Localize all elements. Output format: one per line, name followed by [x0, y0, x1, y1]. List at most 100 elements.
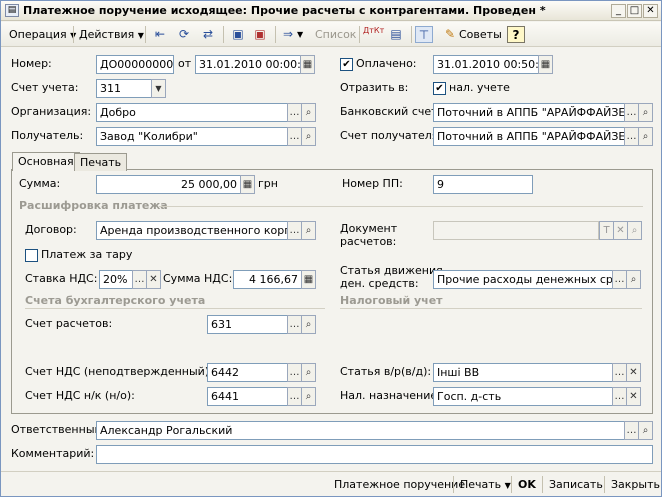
recipient-field[interactable]: Завод "Колибри"	[96, 127, 288, 146]
select-button[interactable]: …	[287, 387, 302, 406]
structure-icon[interactable]: ⊤	[415, 26, 433, 43]
search-icon[interactable]: ⌕	[301, 315, 316, 334]
paid-checkbox[interactable]: ✔	[340, 58, 353, 71]
list-button[interactable]: Список	[315, 26, 356, 43]
clear-icon[interactable]: ✕	[626, 363, 641, 382]
payment-number-field[interactable]: 9	[433, 175, 533, 194]
save-button[interactable]: Записать	[549, 476, 603, 493]
operation-menu[interactable]: Операция ▼	[9, 26, 76, 43]
search-icon[interactable]: ⌕	[626, 270, 641, 289]
search-icon[interactable]: ⌕	[627, 221, 642, 240]
print-form-button[interactable]: Платежное поручение	[334, 476, 465, 493]
paid-date-field[interactable]: 31.01.2010 00:50:48	[433, 55, 539, 74]
search-icon[interactable]: ⌕	[301, 103, 316, 122]
refresh-icon[interactable]: ⟳	[175, 26, 193, 43]
tax-purpose-field[interactable]: Госп. д-сть	[433, 387, 613, 406]
toolbar-separator	[511, 476, 512, 493]
vat-nk-field[interactable]: 6441	[207, 387, 288, 406]
select-button[interactable]: …	[287, 103, 302, 122]
tax-accounting-checkbox[interactable]: ✔	[433, 82, 446, 95]
section-divider	[340, 308, 642, 309]
print-menu[interactable]: Печать ▼	[460, 476, 511, 493]
select-button[interactable]: …	[287, 221, 302, 240]
search-icon[interactable]: ⌕	[301, 387, 316, 406]
date-field[interactable]: 31.01.2010 00:00:00	[195, 55, 301, 74]
bank-account-label: Банковский счет:	[340, 105, 442, 118]
post-icon[interactable]: ▣	[229, 26, 247, 43]
select-button[interactable]: …	[624, 103, 639, 122]
based-on-icon[interactable]: ⇒	[279, 26, 297, 43]
toolbar-separator	[223, 26, 224, 43]
paid-label: Оплачено:	[356, 57, 417, 70]
section-accounting-accounts: Счета бухгалтерского учета	[25, 294, 206, 307]
account-field[interactable]: 311	[96, 79, 152, 98]
organization-field[interactable]: Добро	[96, 103, 288, 122]
help-button[interactable]: ?	[507, 26, 525, 43]
select-button[interactable]: …	[612, 387, 627, 406]
vat-unconfirmed-field[interactable]: 6442	[207, 363, 288, 382]
vat-sum-field[interactable]: 4 166,67	[233, 270, 302, 289]
bottom-bar: Платежное поручение Печать ▼ OK Записать…	[1, 471, 661, 496]
type-icon[interactable]: T	[599, 221, 614, 240]
calculator-icon[interactable]: ▦	[240, 175, 255, 194]
dtkt-icon[interactable]: ДтКт	[363, 26, 384, 43]
search-icon[interactable]: ⌕	[638, 103, 653, 122]
container-payment-checkbox[interactable]	[25, 249, 38, 262]
settlement-document-field[interactable]	[433, 221, 599, 240]
maximize-button[interactable]: □	[627, 4, 642, 18]
bank-account-field[interactable]: Поточний в АППБ "АРАЙФФАЙЗЕН Б	[433, 103, 625, 122]
document-icon[interactable]: ▤	[387, 26, 405, 43]
repost-icon[interactable]: ⇄	[199, 26, 217, 43]
contract-field[interactable]: Аренда производственного корпуса	[96, 221, 288, 240]
toolbar-separator	[542, 476, 543, 493]
search-icon[interactable]: ⌕	[638, 421, 653, 440]
ok-button[interactable]: OK	[518, 476, 536, 493]
expense-item-label: Статья в/р(в/д):	[340, 365, 432, 378]
select-button[interactable]: …	[287, 127, 302, 146]
search-icon[interactable]: ⌕	[301, 363, 316, 382]
calendar-icon[interactable]: ▦	[300, 55, 315, 74]
tips-button[interactable]: Советы	[459, 26, 502, 43]
toolbar-separator	[359, 26, 360, 43]
select-button[interactable]: …	[612, 363, 627, 382]
comment-field[interactable]	[96, 445, 653, 464]
close-button[interactable]: ✕	[643, 4, 658, 18]
select-button[interactable]: …	[287, 363, 302, 382]
select-button[interactable]: …	[287, 315, 302, 334]
tab-print[interactable]: Печать	[74, 153, 128, 171]
document-window: ▤ Платежное поручение исходящее: Прочие …	[0, 0, 662, 497]
tab-main[interactable]: Основная	[12, 152, 80, 171]
close-window-button[interactable]: Закрыть	[611, 476, 660, 493]
cash-flow-field[interactable]: Прочие расходы денежных средст	[433, 270, 613, 289]
responsible-field[interactable]: Александр Рогальский	[96, 421, 625, 440]
unpost-icon[interactable]: ▣	[251, 26, 269, 43]
select-button[interactable]: …	[624, 127, 639, 146]
clear-icon[interactable]: ✕	[626, 387, 641, 406]
recipient-account-field[interactable]: Поточний в АППБ "АРАЙФФАЙЗЕН Б	[433, 127, 625, 146]
expense-item-field[interactable]: Інші ВВ	[433, 363, 613, 382]
number-field[interactable]: ДО000000009	[96, 55, 174, 74]
chevron-down-icon: ▼	[137, 31, 144, 40]
chevron-down-icon: ▼	[504, 481, 511, 490]
sum-field[interactable]: 25 000,00	[96, 175, 241, 194]
actions-menu[interactable]: Действия ▼	[79, 26, 144, 43]
calculator-icon[interactable]: ▦	[301, 270, 316, 289]
select-button[interactable]: …	[624, 421, 639, 440]
chevron-down-icon[interactable]: ▼	[297, 30, 303, 39]
minimize-button[interactable]: _	[611, 4, 626, 18]
vat-unconfirmed-label: Счет НДС (неподтвержденный):	[25, 365, 213, 378]
select-button[interactable]: …	[612, 270, 627, 289]
select-button[interactable]: …	[132, 270, 147, 289]
clear-icon[interactable]: ✕	[146, 270, 161, 289]
prev-document-icon[interactable]: ⇤	[151, 26, 169, 43]
settlement-account-field[interactable]: 631	[207, 315, 288, 334]
search-icon[interactable]: ⌕	[638, 127, 653, 146]
vat-rate-field[interactable]: 20%	[99, 270, 133, 289]
vat-sum-label: Сумма НДС:	[163, 272, 233, 285]
clear-icon[interactable]: ✕	[613, 221, 628, 240]
recipient-account-label: Счет получателя:	[340, 129, 443, 142]
chevron-down-icon[interactable]: ▼	[151, 79, 166, 98]
search-icon[interactable]: ⌕	[301, 127, 316, 146]
calendar-icon[interactable]: ▦	[538, 55, 553, 74]
search-icon[interactable]: ⌕	[301, 221, 316, 240]
